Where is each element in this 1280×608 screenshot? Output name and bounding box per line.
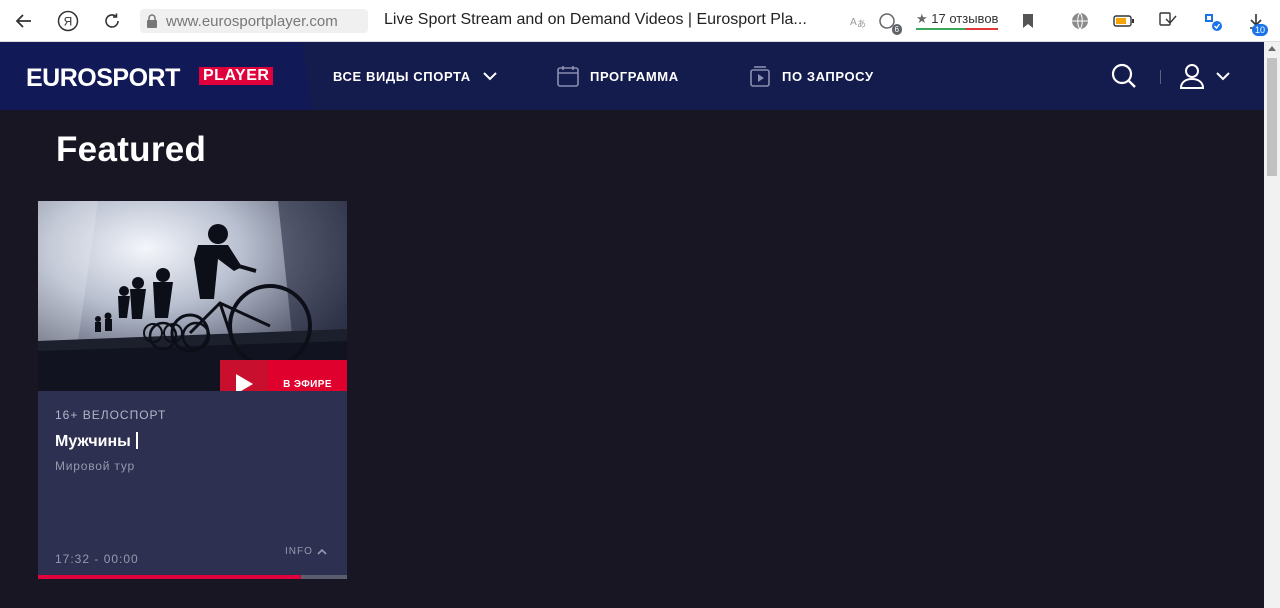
nav-all-sports[interactable]: ВСЕ ВИДЫ СПОРТА bbox=[333, 42, 497, 110]
lock-icon bbox=[147, 14, 157, 28]
event-subtitle: Мировой тур bbox=[55, 459, 135, 473]
user-icon bbox=[1179, 64, 1205, 89]
event-title-text: Мужчины bbox=[55, 433, 131, 450]
bookmark-icon[interactable] bbox=[1016, 9, 1040, 33]
event-time: 17:32 - 00:00 bbox=[55, 552, 139, 566]
tabs-icon[interactable]: 6 bbox=[876, 9, 902, 35]
address-bar[interactable]: www.eurosportplayer.com bbox=[140, 9, 368, 33]
scroll-up-arrow-icon[interactable] bbox=[1268, 46, 1276, 51]
calendar-icon bbox=[557, 66, 579, 87]
text-cursor bbox=[135, 432, 138, 449]
scrollbar-thumb[interactable] bbox=[1267, 58, 1277, 176]
info-toggle[interactable]: INFO bbox=[285, 546, 327, 557]
site-header: EUROSPORT PLAYER ВСЕ ВИДЫ СПОРТА ПРОГРАМ… bbox=[0, 42, 1264, 110]
chevron-up-icon bbox=[317, 548, 327, 555]
info-label: INFO bbox=[285, 546, 313, 557]
reviews-link[interactable]: ★ 17 отзывов bbox=[916, 11, 999, 30]
page-title: Live Sport Stream and on Demand Videos |… bbox=[384, 11, 807, 28]
event-thumbnail[interactable]: В ЭФИРЕ bbox=[38, 201, 347, 391]
translate-icon[interactable]: Aあ bbox=[845, 9, 869, 33]
progress-bar bbox=[38, 575, 347, 579]
logo[interactable]: EUROSPORT PLAYER bbox=[0, 42, 312, 110]
play-icon bbox=[236, 374, 253, 391]
nav-all-sports-label: ВСЕ ВИДЫ СПОРТА bbox=[333, 68, 471, 84]
tabs-count-badge: 6 bbox=[891, 24, 902, 35]
nav-schedule[interactable]: ПРОГРАММА bbox=[556, 42, 679, 110]
browser-toolbar: Я www.eurosportplayer.com Live Sport Str… bbox=[0, 0, 1280, 42]
page-scrollbar[interactable] bbox=[1264, 42, 1280, 608]
nav-on-demand[interactable]: ПО ЗАПРОСУ bbox=[748, 42, 874, 110]
reviews-text: 17 отзывов bbox=[931, 11, 999, 26]
search-icon bbox=[1111, 63, 1136, 88]
play-button[interactable] bbox=[220, 360, 268, 391]
section-title: Featured bbox=[56, 130, 207, 169]
chevron-down-icon bbox=[1216, 72, 1230, 81]
collections-icon[interactable] bbox=[1156, 9, 1180, 33]
chevron-down-icon bbox=[483, 72, 497, 81]
nav-on-demand-label: ПО ЗАПРОСУ bbox=[782, 68, 874, 84]
event-card[interactable]: В ЭФИРЕ 16+ ВЕЛОСПОРТ Мужчины Мировой ту… bbox=[38, 201, 347, 579]
live-badge[interactable]: В ЭФИРЕ bbox=[220, 360, 347, 391]
logo-player-badge: PLAYER bbox=[199, 67, 274, 85]
header-divider bbox=[1160, 70, 1161, 84]
star-icon: ★ bbox=[916, 11, 928, 26]
logo-eurosport-text: EUROSPORT bbox=[26, 64, 180, 92]
svg-text:あ: あ bbox=[857, 19, 866, 30]
progress-fill bbox=[38, 575, 301, 579]
event-category: 16+ ВЕЛОСПОРТ bbox=[55, 408, 167, 422]
video-library-icon bbox=[750, 66, 770, 87]
yandex-icon[interactable]: Я bbox=[56, 9, 80, 33]
downloads-count-badge: 10 bbox=[1251, 24, 1268, 36]
extension-icon[interactable] bbox=[1200, 9, 1224, 33]
svg-text:Я: Я bbox=[64, 15, 73, 29]
live-label: В ЭФИРЕ bbox=[268, 360, 347, 391]
nav-schedule-label: ПРОГРАММА bbox=[590, 68, 679, 84]
download-icon[interactable]: 10 bbox=[1244, 9, 1268, 36]
globe-icon[interactable] bbox=[1068, 9, 1092, 33]
search-button[interactable] bbox=[1110, 42, 1138, 110]
battery-icon[interactable] bbox=[1112, 9, 1136, 33]
event-title[interactable]: Мужчины bbox=[55, 432, 138, 451]
svg-text:A: A bbox=[850, 17, 857, 28]
account-menu-button[interactable] bbox=[1178, 42, 1230, 110]
reload-icon[interactable] bbox=[100, 9, 124, 33]
url-text: www.eurosportplayer.com bbox=[166, 12, 338, 30]
back-arrow-icon[interactable] bbox=[12, 9, 36, 33]
